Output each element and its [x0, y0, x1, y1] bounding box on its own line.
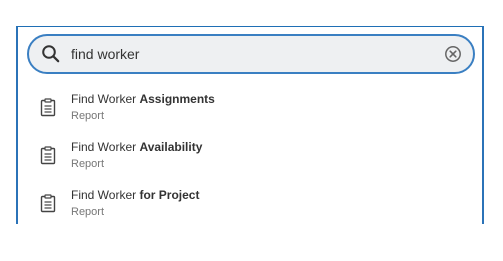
- report-clipboard-icon: [40, 194, 56, 213]
- search-icon: [42, 45, 60, 63]
- search-results-list: Find Worker Assignments Report Find Work…: [18, 82, 482, 226]
- search-box[interactable]: [27, 34, 475, 74]
- result-title-bold: Availability: [139, 140, 203, 154]
- result-title-plain: Find Worker: [71, 92, 140, 106]
- result-type: Report: [71, 110, 105, 122]
- result-type: Report: [71, 206, 105, 218]
- search-input[interactable]: [71, 42, 431, 66]
- result-title: Find Worker for Project: [71, 188, 199, 202]
- search-result-item[interactable]: Find Worker Availability Report: [18, 130, 482, 178]
- report-clipboard-icon: [40, 146, 56, 165]
- result-title-plain: Find Worker: [71, 188, 140, 202]
- result-title: Find Worker Assignments: [71, 92, 215, 106]
- search-result-item[interactable]: Find Worker Assignments Report: [18, 82, 482, 130]
- result-type: Report: [71, 158, 105, 170]
- result-title-bold: Assignments: [139, 92, 215, 106]
- search-result-item[interactable]: Find Worker for Project Report: [18, 178, 482, 226]
- result-title-plain: Find Worker: [71, 140, 140, 154]
- report-clipboard-icon: [40, 98, 56, 117]
- clear-icon[interactable]: [444, 45, 462, 63]
- result-title: Find Worker Availability: [71, 140, 202, 154]
- result-title-bold: for Project: [139, 188, 200, 202]
